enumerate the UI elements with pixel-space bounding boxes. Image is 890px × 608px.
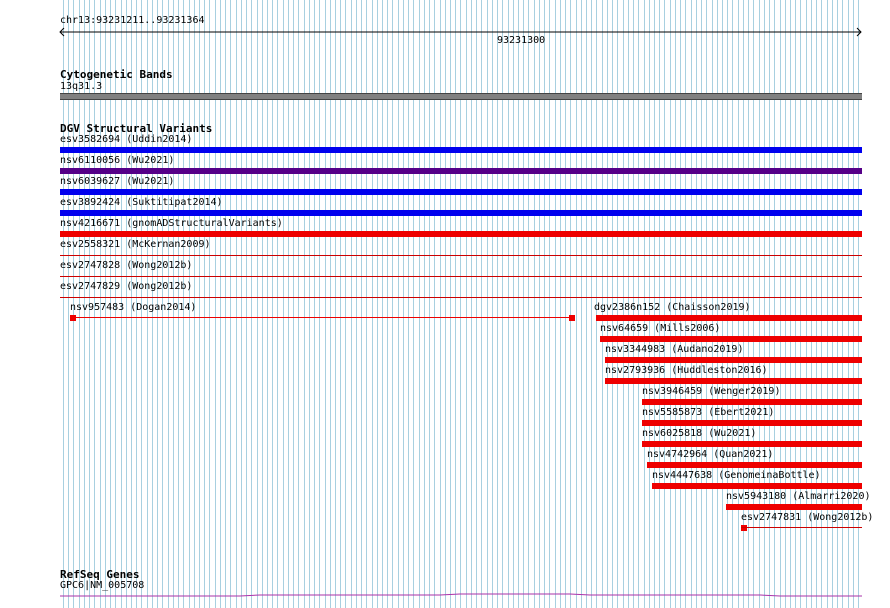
dgv-feature-bar[interactable]: [60, 189, 862, 195]
dgv-feature-label: dgv2386n152 (Chaisson2019): [594, 302, 751, 313]
dgv-feature-label: esv2747831 (Wong2012b): [741, 512, 874, 523]
dgv-feature-bar[interactable]: [642, 420, 862, 426]
dgv-feature-bar[interactable]: [642, 441, 862, 447]
dgv-feature-bar[interactable]: [652, 483, 862, 489]
dgv-feature-bar[interactable]: [596, 315, 862, 321]
ruler-location: chr13:93231211..93231364: [60, 15, 205, 26]
dgv-feature-label: nsv957483 (Dogan2014): [70, 302, 197, 313]
dgv-feature-label: nsv4216671 (gnomADStructuralVariants): [60, 218, 283, 229]
dgv-feature-label: nsv4447638 (GenomeinaBottle): [652, 470, 821, 481]
dgv-feature-bar[interactable]: [726, 504, 862, 510]
dgv-feature-label: nsv4742964 (Quan2021): [647, 449, 774, 460]
dgv-feature-label: nsv5943180 (Almarri2020): [726, 491, 871, 502]
dgv-feature-label: nsv3946459 (Wenger2019): [642, 386, 781, 397]
dgv-feature-connector[interactable]: [72, 317, 572, 318]
dgv-feature-label: nsv3344983 (Audano2019): [605, 344, 744, 355]
dgv-feature-bar[interactable]: [647, 462, 862, 468]
dgv-feature-label: nsv6039627 (Wu2021): [60, 176, 175, 187]
dgv-feature-bar[interactable]: [60, 168, 862, 174]
dgv-feature-block-start[interactable]: [70, 315, 76, 321]
cytoband-feature[interactable]: [60, 93, 862, 100]
dgv-feature-label: nsv64659 (Mills2006): [600, 323, 721, 334]
dgv-feature-bar[interactable]: [642, 399, 862, 405]
dgv-feature-label: nsv5585873 (Ebert2021): [642, 407, 775, 418]
dgv-feature-bar[interactable]: [60, 231, 862, 237]
dgv-feature-bar[interactable]: [605, 378, 862, 384]
dgv-feature-block-start[interactable]: [741, 525, 747, 531]
dgv-feature-label: esv3892424 (Suktitipat2014): [60, 197, 223, 208]
ruler-axis[interactable]: [58, 27, 866, 39]
dgv-feature-connector[interactable]: [741, 527, 862, 528]
refseq-gene-feature[interactable]: [60, 590, 862, 600]
dgv-feature-label: esv3582694 (Uddin2014): [60, 134, 193, 145]
dgv-feature-label: nsv6110056 (Wu2021): [60, 155, 175, 166]
dgv-feature-label: nsv6025818 (Wu2021): [642, 428, 757, 439]
cytoband-label: 13q31.3: [60, 81, 103, 92]
dgv-feature-bar[interactable]: [60, 255, 862, 256]
dgv-feature-bar[interactable]: [60, 276, 862, 277]
dgv-feature-bar[interactable]: [60, 147, 862, 153]
dgv-feature-label: nsv2793936 (Huddleston2016): [605, 365, 768, 376]
dgv-feature-block-end[interactable]: [569, 315, 575, 321]
ruler-tick-label: 93231300: [497, 35, 546, 46]
dgv-feature-label: esv2747829 (Wong2012b): [60, 281, 193, 292]
dgv-feature-bar[interactable]: [600, 336, 862, 342]
dgv-feature-label: esv2558321 (McKernan2009): [60, 239, 211, 250]
dgv-feature-bar[interactable]: [60, 297, 862, 298]
cytoband-track-title: Cytogenetic Bands: [60, 68, 173, 81]
dgv-feature-label: esv2747828 (Wong2012b): [60, 260, 193, 271]
dgv-feature-bar[interactable]: [60, 210, 862, 216]
dgv-feature-bar[interactable]: [605, 357, 862, 363]
